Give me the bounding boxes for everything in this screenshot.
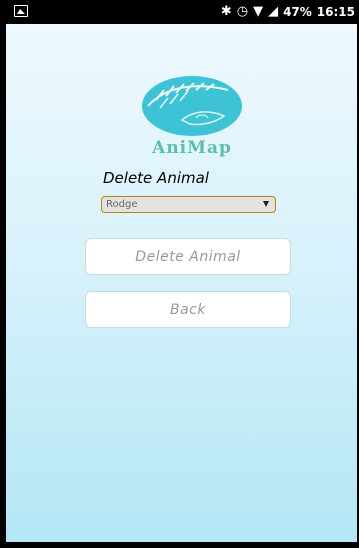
logo-graphic-icon (142, 76, 242, 136)
status-bar: ✱ ◷ ▼ ◢ 47% 16:15 (0, 0, 359, 24)
delete-animal-button[interactable]: Delete Animal (85, 238, 291, 275)
signal-icon: ◢ (268, 4, 279, 19)
app-logo: AniMap (136, 76, 248, 158)
alarm-icon: ◷ (236, 4, 249, 19)
logo-text: AniMap (152, 138, 232, 158)
app-screen: AniMap Delete Animal Rodge Delete Animal… (6, 24, 357, 542)
animal-select[interactable]: Rodge (101, 196, 276, 213)
wifi-icon: ▼ (253, 4, 264, 19)
animal-select-value: Rodge (106, 199, 138, 210)
page-title: Delete Animal (103, 169, 209, 187)
bluetooth-icon: ✱ (220, 4, 232, 19)
dropdown-arrow-icon (263, 201, 269, 207)
image-icon (14, 5, 28, 17)
battery-percent: 47% (283, 5, 312, 19)
status-icons: ✱ ◷ ▼ ◢ 47% 16:15 (221, 3, 355, 21)
clock: 16:15 (316, 5, 355, 19)
back-button[interactable]: Back (85, 291, 291, 328)
